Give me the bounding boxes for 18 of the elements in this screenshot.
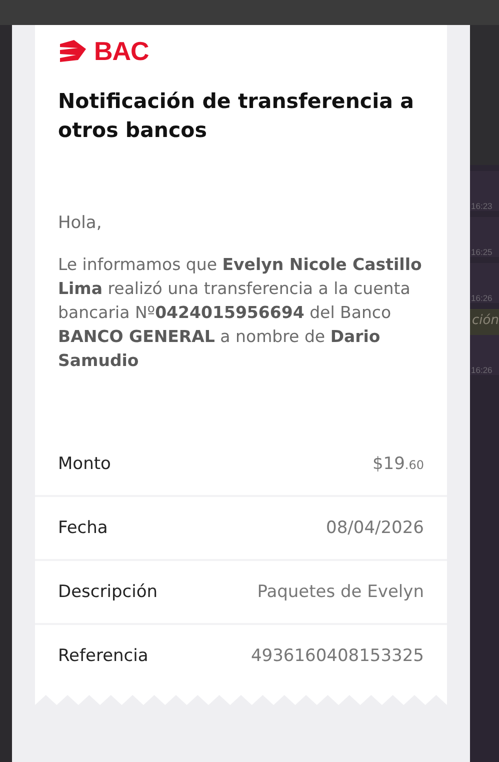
detail-value: $19.60 bbox=[372, 454, 424, 474]
logo-text: BAC bbox=[94, 36, 149, 66]
detail-label: Fecha bbox=[58, 518, 108, 538]
greeting: Hola, bbox=[58, 213, 103, 233]
message-time: 16:26 bbox=[470, 365, 492, 375]
detail-value: Paquetes de Evelyn bbox=[257, 582, 424, 602]
message-text: Le informamos que Evelyn Nicole Castillo Lima realizó una transferencia a la cuenta bancaria Nº0424015956694 del Banco BANCO GENERAL a nombre de Dario Samudio bbox=[58, 254, 423, 372]
message-time: 16:25 bbox=[470, 247, 492, 257]
detail-value: 4936160408153325 bbox=[250, 646, 424, 666]
detail-label: Descripción bbox=[58, 582, 158, 602]
notification-title: Notificación de transferencia a otros bancos bbox=[58, 88, 415, 144]
detail-value: 08/04/2026 bbox=[326, 518, 424, 538]
message-time: 16:23 bbox=[470, 201, 492, 211]
logo-icon bbox=[58, 40, 88, 62]
message-time: 16:26 bbox=[470, 293, 492, 303]
message-text: ción bbox=[471, 313, 499, 328]
detail-label: Monto bbox=[58, 454, 111, 474]
detail-label: Referencia bbox=[58, 646, 148, 666]
